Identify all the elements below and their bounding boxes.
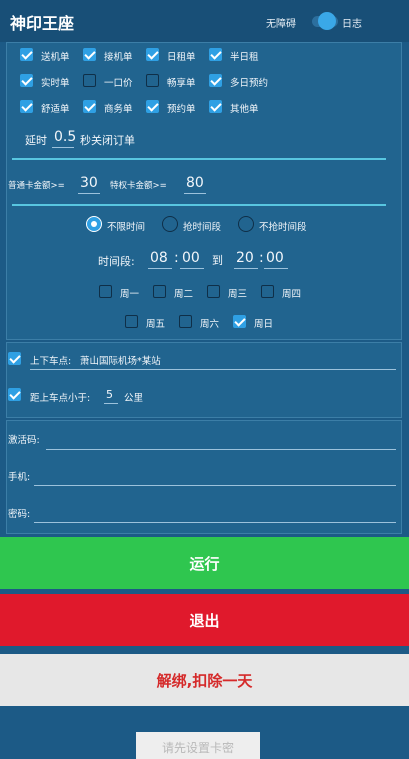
order-type-3-label: 半日租 — [230, 52, 259, 63]
weekday-2-label: 周三 — [228, 289, 248, 300]
accessibility-label[interactable]: 无障碍 — [266, 15, 296, 30]
end-min-input[interactable]: 00 — [266, 250, 284, 266]
order-type-8-label: 舒适单 — [41, 104, 70, 115]
order-type-11-checkbox[interactable] — [209, 100, 222, 113]
order-type-6-checkbox[interactable] — [146, 74, 159, 87]
weekday-0-checkbox[interactable] — [99, 285, 112, 298]
end-colon: : — [259, 250, 264, 266]
end-hour-underline — [234, 268, 258, 269]
order-type-11-label: 其他单 — [230, 104, 259, 115]
weekday-5-checkbox[interactable] — [179, 315, 192, 328]
app-title: 神印王座 — [10, 14, 75, 33]
delay-input[interactable]: 0.5 — [54, 129, 76, 145]
order-type-10-checkbox[interactable] — [146, 100, 159, 113]
unbind-button[interactable]: 解绑,扣除一天 — [0, 654, 409, 706]
end-min-underline — [264, 268, 288, 269]
start-hour-input[interactable]: 08 — [150, 250, 168, 266]
time-mode-label-0: 不限时间 — [107, 222, 146, 233]
normal-card-amount-label: 普通卡金额>= — [8, 181, 65, 191]
order-type-5-checkbox[interactable] — [83, 74, 96, 87]
order-type-3-checkbox[interactable] — [209, 48, 222, 61]
delay-suffix: 秒关闭订单 — [80, 134, 135, 147]
log-toggle-thumb[interactable] — [318, 12, 336, 30]
order-type-5-label: 一口价 — [104, 78, 133, 89]
order-type-8-checkbox[interactable] — [20, 100, 33, 113]
time-mode-label-1: 抢时间段 — [183, 222, 222, 233]
weekday-1-checkbox[interactable] — [153, 285, 166, 298]
weekday-6-checkbox[interactable] — [233, 315, 246, 328]
normal-amount-underline — [78, 193, 100, 194]
special-card-amount-input[interactable]: 80 — [186, 175, 204, 191]
order-type-4-checkbox[interactable] — [20, 74, 33, 87]
normal-card-amount-input[interactable]: 30 — [80, 175, 98, 191]
weekday-5-label: 周六 — [200, 319, 220, 330]
section-divider-2 — [12, 204, 386, 206]
end-hour-input[interactable]: 20 — [236, 250, 254, 266]
order-type-10-label: 预约单 — [167, 104, 196, 115]
order-type-6-label: 畅享单 — [167, 78, 196, 89]
start-hour-underline — [148, 268, 172, 269]
activation-code-label: 激活码: — [8, 435, 40, 446]
run-button[interactable]: 运行 — [0, 537, 409, 589]
pickup-label: 上下车点: — [30, 356, 72, 367]
order-type-9-checkbox[interactable] — [83, 100, 96, 113]
weekday-3-label: 周四 — [282, 289, 302, 300]
order-type-7-checkbox[interactable] — [209, 74, 222, 87]
distance-label: 距上车点小于: — [30, 393, 91, 404]
time-mode-radio-1[interactable] — [162, 216, 178, 232]
time-range-separator: 到 — [212, 254, 223, 267]
time-mode-label-2: 不抢时间段 — [259, 222, 307, 233]
special-card-amount-label: 特权卡金额>= — [110, 181, 167, 191]
weekday-1-label: 周二 — [174, 289, 194, 300]
pickup-input[interactable]: 萧山国际机场*某站 — [80, 353, 161, 367]
section-divider — [12, 158, 386, 160]
order-type-4-label: 实时单 — [41, 78, 70, 89]
phone-underline — [34, 485, 396, 486]
weekday-6-label: 周日 — [254, 319, 274, 330]
weekday-2-checkbox[interactable] — [207, 285, 220, 298]
distance-input[interactable]: 5 — [106, 388, 113, 401]
hint-toast: 请先设置卡密 — [136, 732, 260, 759]
weekday-0-label: 周一 — [120, 289, 140, 300]
distance-checkbox[interactable] — [8, 388, 21, 401]
start-min-underline — [180, 268, 204, 269]
special-amount-underline — [184, 193, 206, 194]
password-label: 密码: — [8, 509, 31, 520]
weekday-4-checkbox[interactable] — [125, 315, 138, 328]
distance-unit: 公里 — [124, 393, 144, 404]
phone-label: 手机: — [8, 472, 31, 483]
start-min-input[interactable]: 00 — [182, 250, 200, 266]
time-mode-radio-2[interactable] — [238, 216, 254, 232]
activation-underline — [46, 449, 396, 450]
account-panel — [6, 420, 402, 534]
exit-button[interactable]: 退出 — [0, 594, 409, 646]
delay-input-underline — [52, 147, 74, 148]
distance-underline — [104, 403, 118, 404]
pickup-underline — [30, 369, 396, 370]
order-type-0-checkbox[interactable] — [20, 48, 33, 61]
password-underline — [34, 522, 396, 523]
pickup-checkbox[interactable] — [8, 352, 21, 365]
weekday-4-label: 周五 — [146, 319, 166, 330]
order-type-2-checkbox[interactable] — [146, 48, 159, 61]
time-range-label: 时间段: — [98, 255, 135, 268]
order-type-7-label: 多日预约 — [230, 78, 269, 89]
order-type-1-label: 接机单 — [104, 52, 133, 63]
log-label: 日志 — [342, 19, 362, 30]
weekday-3-checkbox[interactable] — [261, 285, 274, 298]
app-header: 神印王座 无障碍 日志 — [0, 0, 409, 42]
order-type-2-label: 日租单 — [167, 52, 196, 63]
order-type-1-checkbox[interactable] — [83, 48, 96, 61]
order-type-9-label: 商务单 — [104, 104, 133, 115]
start-colon: : — [174, 250, 179, 266]
delay-prefix: 延时 — [25, 134, 47, 147]
time-mode-radio-0[interactable] — [86, 216, 102, 232]
order-type-0-label: 送机单 — [41, 52, 70, 63]
